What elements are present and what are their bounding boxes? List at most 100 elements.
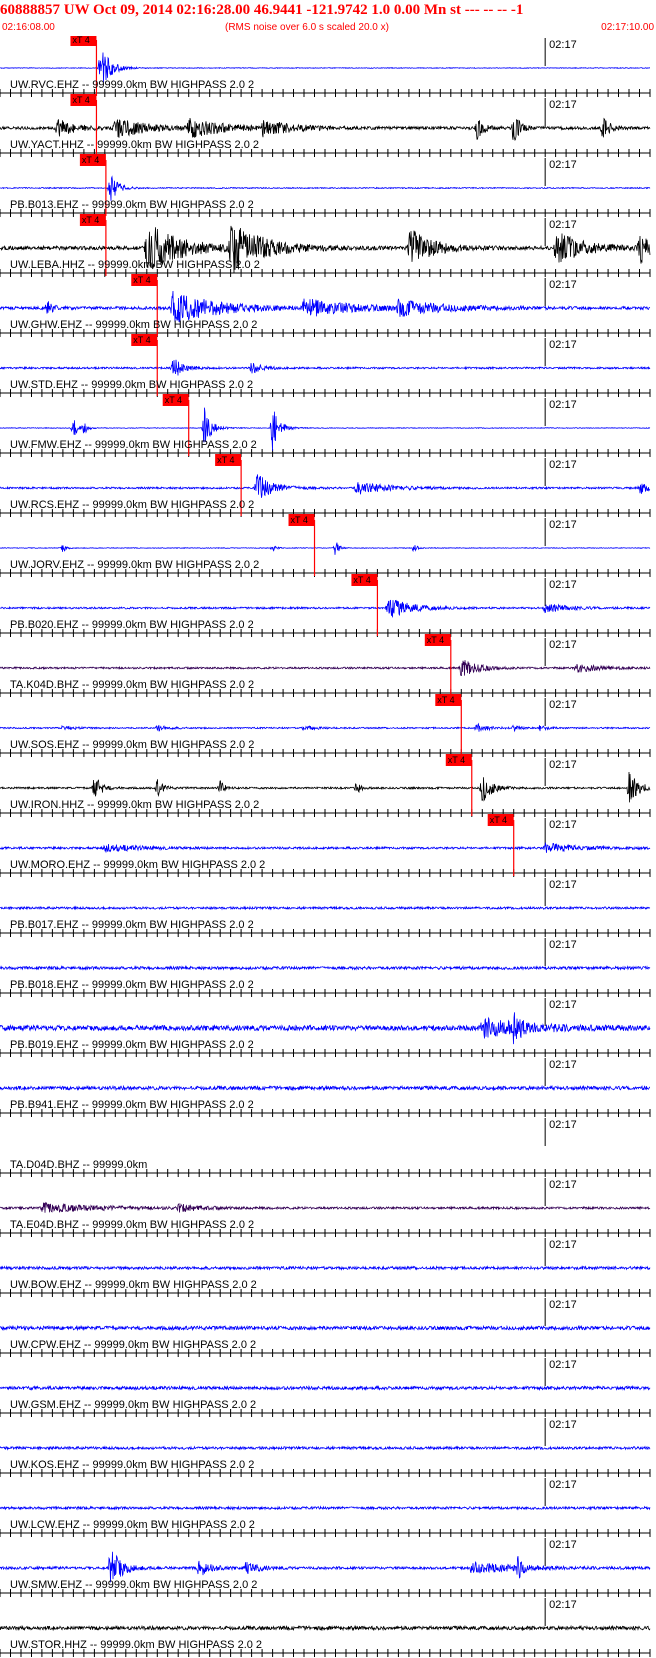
pick-label: xT 4 xyxy=(448,755,465,765)
trace-row: 02:17 xT 4 UW.IRON.HHZ -- 99999.0km BW HIG… xyxy=(0,754,651,817)
event-title: 60888857 UW Oct 09, 2014 02:16:28.00 46.… xyxy=(0,2,524,18)
pick-label: xT 4 xyxy=(165,395,182,405)
station-label: UW.MORO.EHZ -- 99999.0km BW HIGHPASS 2.0… xyxy=(10,859,265,871)
minute-label: 02:17 xyxy=(549,99,577,111)
trace-row: 02:17 PB.B017.EHZ -- 99999.0km BW HIGHPAS… xyxy=(0,878,651,937)
station-label: PB.B013.EHZ -- 99999.0km BW HIGHPASS 2.0… xyxy=(10,199,254,211)
station-label: PB.B017.EHZ -- 99999.0km BW HIGHPASS 2.0… xyxy=(10,919,254,931)
start-time: 02:16:08.00 xyxy=(2,22,55,33)
minute-label: 02:17 xyxy=(549,39,577,51)
waveform xyxy=(0,1084,651,1092)
trace-row: 02:17 PB.B941.EHZ -- 99999.0km BW HIGHPAS… xyxy=(0,1058,651,1117)
waveform xyxy=(0,117,651,142)
station-label: PB.B019.EHZ -- 99999.0km BW HIGHPASS 2.0… xyxy=(10,1039,254,1051)
trace-row: 02:17 xT 4 PB.B013.EHZ -- 99999.0km BW HIG… xyxy=(0,154,651,217)
minute-label: 02:17 xyxy=(549,579,577,591)
trace-row: 02:17 UW.CPW.EHZ -- 99999.0km BW HIGHPASS… xyxy=(0,1298,651,1357)
waveform xyxy=(0,1551,651,1583)
trace-row: 02:17 xT 4 UW.STD.EHZ -- 99999.0km BW HIGH… xyxy=(0,334,651,397)
station-label: UW.IRON.HHZ -- 99999.0km BW HIGHPASS 2.0… xyxy=(10,799,259,811)
trace-row: 02:17 PB.B018.EHZ -- 99999.0km BW HIGHPAS… xyxy=(0,938,651,997)
waveform xyxy=(0,175,651,201)
trace-row: 02:17 UW.LCW.EHZ -- 99999.0km BW HIGHPASS… xyxy=(0,1478,651,1537)
waveform xyxy=(0,474,651,498)
station-label: UW.SMW.EHZ -- 99999.0km BW HIGHPASS 2.0 … xyxy=(10,1579,257,1591)
station-label: UW.RVC.EHZ -- 99999.0km BW HIGHPASS 2.0 … xyxy=(10,79,254,91)
minute-label: 02:17 xyxy=(549,1179,577,1191)
trace-row: 02:17 UW.SMW.EHZ -- 99999.0km BW HIGHPASS… xyxy=(0,1538,651,1597)
waveform xyxy=(0,905,651,911)
minute-label: 02:17 xyxy=(549,1419,577,1431)
minute-label: 02:17 xyxy=(549,339,577,351)
waveform xyxy=(0,965,651,971)
station-label: UW.SOS.EHZ -- 99999.0km BW HIGHPASS 2.0 … xyxy=(10,739,254,751)
station-label: TA.K04D.BHZ -- 99999.0km BW HIGHPASS 2.0… xyxy=(10,679,254,691)
pick-label: xT 4 xyxy=(133,335,150,345)
pick-label: xT 4 xyxy=(72,36,89,45)
pick-label: xT 4 xyxy=(490,815,507,825)
station-label: PB.B020.EHZ -- 99999.0km BW HIGHPASS 2.0… xyxy=(10,619,254,631)
station-label: UW.STD.EHZ -- 99999.0km BW HIGHPASS 2.0 … xyxy=(10,379,253,391)
trace-row: 02:17 TA.D04D.BHZ -- 99999.0km xyxy=(0,1118,651,1177)
minute-label: 02:17 xyxy=(549,1299,577,1311)
trace-row: 02:17 UW.STOR.HHZ -- 99999.0km BW HIGHPAS… xyxy=(0,1598,651,1657)
station-label: UW.JORV.EHZ -- 99999.0km BW HIGHPASS 2.0… xyxy=(10,559,259,571)
minute-label: 02:17 xyxy=(549,159,577,171)
minute-label: 02:17 xyxy=(549,819,577,831)
minute-label: 02:17 xyxy=(549,399,577,411)
waveform xyxy=(0,842,651,853)
minute-label: 02:17 xyxy=(549,759,577,771)
waveform xyxy=(0,660,651,676)
trace-row: 02:17 xT 4 UW.LEBA.HHZ -- 99999.0km BW HIG… xyxy=(0,214,651,277)
trace-row: 02:17 xT 4 TA.K04D.BHZ -- 99999.0km BW HIG… xyxy=(0,634,651,697)
minute-label: 02:17 xyxy=(549,1479,577,1491)
pick-label: xT 4 xyxy=(437,695,454,705)
seismogram-plot: 02:17 xT 4 UW.RVC.EHZ -- 99999.0km BW HIGH… xyxy=(0,36,651,1657)
station-label: UW.RCS.EHZ -- 99999.0km BW HIGHPASS 2.0 … xyxy=(10,499,254,511)
minute-label: 02:17 xyxy=(549,459,577,471)
station-label: UW.YACT.HHZ -- 99999.0km BW HIGHPASS 2.0… xyxy=(10,139,259,151)
trace-row: 02:17 xT 4 UW.RCS.EHZ -- 99999.0km BW HIGH… xyxy=(0,454,651,517)
station-label: TA.D04D.BHZ -- 99999.0km xyxy=(10,1159,147,1171)
waveform xyxy=(0,1265,651,1271)
waveform xyxy=(0,542,651,555)
waveform xyxy=(0,599,651,618)
trace-row: 02:17 xT 4 UW.MORO.EHZ -- 99999.0km BW HIG… xyxy=(0,814,651,877)
pick-label: xT 4 xyxy=(72,95,89,105)
pick-label: xT 4 xyxy=(427,635,444,645)
rms-note: (RMS noise over 6.0 s scaled 20.0 x) xyxy=(225,22,389,33)
header: 60888857 UW Oct 09, 2014 02:16:28.00 46.… xyxy=(0,0,656,36)
pick-label: xT 4 xyxy=(291,515,308,525)
station-label: UW.FMW.EHZ -- 99999.0km BW HIGHPASS 2.0 … xyxy=(10,439,257,451)
minute-label: 02:17 xyxy=(549,1059,577,1071)
minute-label: 02:17 xyxy=(549,279,577,291)
waveform xyxy=(0,1505,651,1511)
minute-label: 02:17 xyxy=(549,879,577,891)
waveform xyxy=(0,1445,651,1451)
minute-label: 02:17 xyxy=(549,1599,577,1611)
waveform xyxy=(0,1201,651,1213)
minute-label: 02:17 xyxy=(549,519,577,531)
trace-row: 02:17 xT 4 UW.FMW.EHZ -- 99999.0km BW HIGH… xyxy=(0,394,651,457)
station-label: UW.BOW.EHZ -- 99999.0km BW HIGHPASS 2.0 … xyxy=(10,1279,257,1291)
waveform xyxy=(0,1324,651,1332)
end-time: 02:17:10.00 xyxy=(601,22,654,33)
trace-row: 02:17 PB.B019.EHZ -- 99999.0km BW HIGHPAS… xyxy=(0,998,651,1057)
station-label: UW.STOR.HHZ -- 99999.0km BW HIGHPASS 2.0… xyxy=(10,1639,262,1651)
trace-row: 02:17 xT 4 UW.RVC.EHZ -- 99999.0km BW HIGH… xyxy=(0,36,651,97)
trace-row: 02:17 xT 4 UW.GHW.EHZ -- 99999.0km BW HIGH… xyxy=(0,274,651,337)
pick-label: xT 4 xyxy=(82,155,99,165)
waveform xyxy=(0,1624,651,1632)
minute-label: 02:17 xyxy=(549,219,577,231)
trace-row: 02:17 TA.E04D.BHZ -- 99999.0km BW HIGHPAS… xyxy=(0,1178,651,1237)
trace-row: 02:17 UW.GSM.EHZ -- 99999.0km BW HIGHPASS… xyxy=(0,1358,651,1417)
waveform xyxy=(0,771,651,803)
minute-label: 02:17 xyxy=(549,999,577,1011)
waveform xyxy=(0,290,651,323)
station-label: UW.KOS.EHZ -- 99999.0km BW HIGHPASS 2.0 … xyxy=(10,1459,254,1471)
station-label: UW.GHW.EHZ -- 99999.0km BW HIGHPASS 2.0 … xyxy=(10,319,257,331)
waveform xyxy=(0,359,651,376)
trace-row: 02:17 xT 4 UW.SOS.EHZ -- 99999.0km BW HIGH… xyxy=(0,694,651,757)
station-label: UW.LCW.EHZ -- 99999.0km BW HIGHPASS 2.0 … xyxy=(10,1519,255,1531)
minute-label: 02:17 xyxy=(549,1359,577,1371)
